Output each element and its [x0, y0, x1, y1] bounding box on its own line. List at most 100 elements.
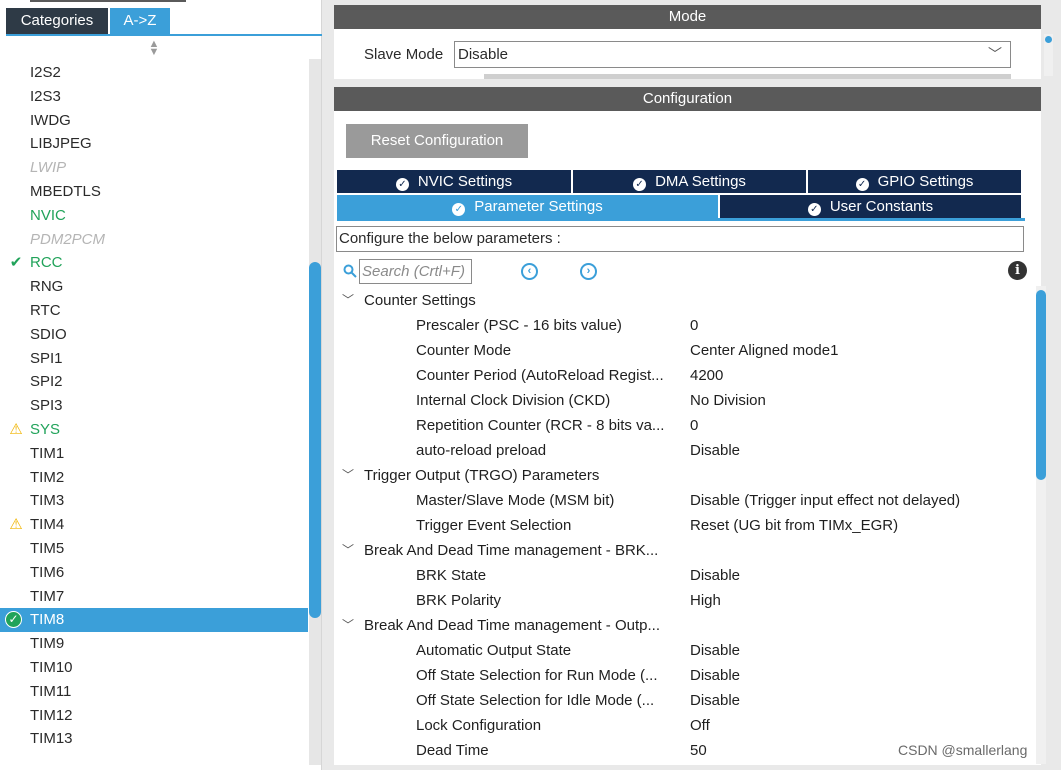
- slave-mode-select[interactable]: Disable ﹀: [454, 41, 1011, 68]
- parameter-name: Off State Selection for Idle Mode (...: [416, 692, 655, 709]
- peripheral-item[interactable]: SPI3: [0, 394, 308, 418]
- peripheral-item[interactable]: ✔ RCC: [0, 251, 308, 275]
- parameter-value[interactable]: Disable: [690, 563, 740, 588]
- configuration-header: Configuration: [334, 87, 1041, 111]
- peripheral-item[interactable]: SPI2: [0, 370, 308, 394]
- parameter-row[interactable]: Lock Configuration Off: [334, 713, 1034, 738]
- parameter-value[interactable]: Disable (Trigger input effect not delaye…: [690, 488, 960, 513]
- parameter-value[interactable]: 50: [690, 738, 707, 763]
- tab-parameter-settings[interactable]: ✓ Parameter Settings: [337, 195, 718, 218]
- tab-nvic-settings[interactable]: ✓ NVIC Settings: [337, 170, 571, 193]
- chevron-down-icon[interactable]: ﹀: [342, 288, 354, 313]
- chevron-down-icon[interactable]: ﹀: [342, 613, 354, 638]
- mode-next-field: [484, 74, 1011, 79]
- info-icon[interactable]: i: [1008, 261, 1027, 280]
- parameter-value[interactable]: 4200: [690, 363, 723, 388]
- parameter-value[interactable]: Disable: [690, 438, 740, 463]
- peripheral-item[interactable]: ⚠ TIM4: [0, 513, 308, 537]
- parameter-value[interactable]: No Division: [690, 388, 766, 413]
- previous-result-button[interactable]: ‹: [521, 263, 538, 280]
- peripheral-item[interactable]: MBEDTLS: [0, 180, 308, 204]
- peripheral-label: RCC: [30, 254, 63, 272]
- parameter-row[interactable]: Off State Selection for Idle Mode (... Di…: [334, 688, 1034, 713]
- parameter-row[interactable]: Counter Period (AutoReload Regist... 4200: [334, 363, 1034, 388]
- parameter-scroll-thumb[interactable]: [1036, 290, 1046, 480]
- parameter-value[interactable]: Reset (UG bit from TIMx_EGR): [690, 513, 898, 538]
- peripheral-item[interactable]: SDIO: [0, 323, 308, 347]
- parameter-value[interactable]: 0: [690, 413, 698, 438]
- peripheral-item[interactable]: IWDG: [0, 109, 308, 133]
- check-circle-icon: ✓: [5, 611, 22, 629]
- peripheral-item[interactable]: SPI1: [0, 347, 308, 371]
- peripheral-label: TIM2: [30, 468, 65, 486]
- reset-configuration-button[interactable]: Reset Configuration: [346, 124, 528, 158]
- parameter-value[interactable]: Center Aligned mode1: [690, 338, 838, 363]
- parameter-group[interactable]: ﹀ Break And Dead Time management - Outp..…: [334, 613, 1034, 638]
- peripheral-item[interactable]: I2S2: [0, 61, 308, 85]
- parameter-value[interactable]: Disable: [690, 663, 740, 688]
- peripheral-item[interactable]: TIM10: [0, 656, 308, 680]
- peripheral-item[interactable]: RTC: [0, 299, 308, 323]
- sort-icon[interactable]: ▲ ▼: [148, 39, 160, 58]
- parameter-row[interactable]: Prescaler (PSC - 16 bits value) 0: [334, 313, 1034, 338]
- parameter-value[interactable]: Disable: [690, 688, 740, 713]
- peripheral-item[interactable]: TIM2: [0, 466, 308, 490]
- peripheral-item[interactable]: TIM13: [0, 727, 308, 751]
- peripheral-item[interactable]: I2S3: [0, 85, 308, 109]
- peripheral-item[interactable]: TIM6: [0, 561, 308, 585]
- next-result-button[interactable]: ›: [580, 263, 597, 280]
- peripheral-item[interactable]: TIM9: [0, 632, 308, 656]
- search-input[interactable]: Search (Crtl+F): [359, 259, 472, 284]
- peripheral-item[interactable]: ✓ TIM8: [0, 608, 308, 633]
- parameter-row[interactable]: BRK Polarity High: [334, 588, 1034, 613]
- peripheral-item[interactable]: PDM2PCM: [0, 228, 308, 252]
- parameter-value[interactable]: High: [690, 588, 721, 613]
- tab-gpio-settings[interactable]: ✓ GPIO Settings: [808, 170, 1021, 193]
- parameter-value[interactable]: Disable: [690, 638, 740, 663]
- tab-user-constants[interactable]: ✓ User Constants: [720, 195, 1021, 218]
- parameter-name: Dead Time: [416, 742, 489, 759]
- tab-categories[interactable]: Categories: [6, 8, 108, 34]
- parameter-row[interactable]: Repetition Counter (RCR - 8 bits va... 0: [334, 413, 1034, 438]
- peripheral-item[interactable]: ⚠ SYS: [0, 418, 308, 442]
- parameter-name: Repetition Counter (RCR - 8 bits va...: [416, 417, 665, 434]
- peripheral-item[interactable]: LWIP: [0, 156, 308, 180]
- parameter-name: Prescaler (PSC - 16 bits value): [416, 317, 622, 334]
- peripheral-scroll-thumb[interactable]: [309, 262, 321, 618]
- parameter-row[interactable]: BRK State Disable: [334, 563, 1034, 588]
- parameter-row[interactable]: Trigger Event Selection Reset (UG bit fro…: [334, 513, 1034, 538]
- chevron-down-icon[interactable]: ﹀: [342, 463, 354, 488]
- search-icon[interactable]: [343, 264, 357, 278]
- check-icon: ✔: [9, 254, 23, 272]
- peripheral-item[interactable]: TIM11: [0, 680, 308, 704]
- peripheral-item[interactable]: NVIC: [0, 204, 308, 228]
- peripheral-item[interactable]: TIM5: [0, 537, 308, 561]
- peripheral-list: I2S2 I2S3 IWDG LIBJPEG LWIP MBEDTLS NVIC PDM2PC…: [0, 61, 308, 751]
- mode-scroll-thumb[interactable]: [1045, 36, 1052, 43]
- parameter-row[interactable]: Internal Clock Division (CKD) No Division: [334, 388, 1034, 413]
- chevron-down-icon[interactable]: ﹀: [342, 538, 354, 563]
- peripheral-item[interactable]: TIM12: [0, 704, 308, 728]
- parameter-row[interactable]: Off State Selection for Run Mode (... Dis…: [334, 663, 1034, 688]
- peripheral-item[interactable]: TIM3: [0, 489, 308, 513]
- slave-mode-value: Disable: [458, 46, 509, 63]
- parameter-row[interactable]: auto-reload preload Disable: [334, 438, 1034, 463]
- peripheral-item[interactable]: LIBJPEG: [0, 132, 308, 156]
- peripheral-item[interactable]: TIM1: [0, 442, 308, 466]
- tab-label: Parameter Settings: [474, 198, 603, 215]
- chevron-left-icon: ‹: [527, 265, 532, 277]
- check-circle-icon: ✓: [395, 178, 409, 191]
- parameter-value[interactable]: 0: [690, 313, 698, 338]
- peripheral-item[interactable]: TIM7: [0, 585, 308, 609]
- tab-dma-settings[interactable]: ✓ DMA Settings: [573, 170, 806, 193]
- parameter-group[interactable]: ﹀ Counter Settings: [334, 288, 1034, 313]
- parameter-row[interactable]: Automatic Output State Disable: [334, 638, 1034, 663]
- parameter-row[interactable]: Master/Slave Mode (MSM bit) Disable (Trig…: [334, 488, 1034, 513]
- parameter-value[interactable]: Off: [690, 713, 710, 738]
- parameter-group[interactable]: ﹀ Break And Dead Time management - BRK...: [334, 538, 1034, 563]
- tab-a-to-z[interactable]: A->Z: [110, 8, 170, 34]
- peripheral-item[interactable]: RNG: [0, 275, 308, 299]
- mode-scrollbar[interactable]: [1044, 34, 1053, 76]
- parameter-group[interactable]: ﹀ Trigger Output (TRGO) Parameters: [334, 463, 1034, 488]
- parameter-row[interactable]: Counter Mode Center Aligned mode1: [334, 338, 1034, 363]
